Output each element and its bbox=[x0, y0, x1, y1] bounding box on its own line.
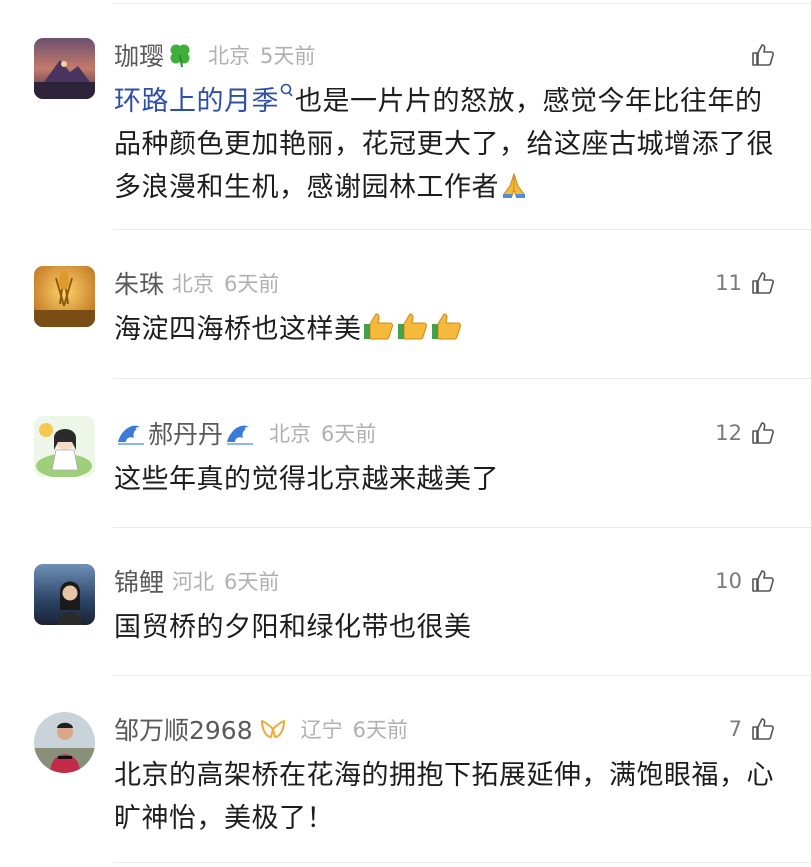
thumbs-up-outline-icon bbox=[752, 718, 774, 740]
comment-meta: 郝丹丹 北京 6天前 bbox=[114, 416, 376, 450]
comment-text: 环路上的月季 也是一片片的怒放，感觉今年比往年的品种颜色更加艳丽，花冠更大了，给这… bbox=[114, 80, 783, 209]
comment-meta: 锦鲤 河北 6天前 bbox=[114, 564, 279, 598]
timestamp: 6天前 bbox=[224, 272, 280, 296]
thumbs-up-outline-icon bbox=[752, 44, 774, 66]
username[interactable]: 珈璎 bbox=[114, 37, 164, 73]
thumbs-up-icon bbox=[430, 312, 464, 342]
username[interactable]: 郝丹丹 bbox=[148, 415, 223, 451]
avatar[interactable] bbox=[34, 38, 95, 99]
comment-meta: 朱珠 北京 6天前 bbox=[114, 266, 279, 300]
like-button[interactable]: 11 bbox=[715, 266, 776, 300]
avatar[interactable] bbox=[34, 564, 95, 625]
like-count: 12 bbox=[715, 421, 742, 445]
clover-icon bbox=[166, 41, 194, 69]
thumbs-up-outline-icon bbox=[752, 422, 774, 444]
like-button[interactable]: 7 bbox=[729, 712, 776, 746]
search-icon[interactable] bbox=[279, 83, 295, 117]
timestamp: 6天前 bbox=[352, 718, 408, 742]
wave-icon bbox=[225, 420, 255, 446]
comment-text: 海淀四海桥也这样美 bbox=[114, 308, 783, 351]
username[interactable]: 邹万顺2968 bbox=[114, 711, 253, 747]
vip-ribbon-icon bbox=[259, 717, 287, 741]
avatar[interactable] bbox=[34, 416, 95, 477]
timestamp: 6天前 bbox=[321, 422, 377, 446]
folded-hands-icon bbox=[499, 170, 529, 200]
timestamp: 5天前 bbox=[260, 44, 316, 68]
thumbs-up-outline-icon bbox=[752, 272, 774, 294]
comment-body: 国贸桥的夕阳和绿化带也很美 bbox=[114, 612, 472, 643]
location: 北京 bbox=[208, 44, 251, 68]
like-count: 10 bbox=[715, 569, 742, 593]
divider bbox=[113, 378, 811, 379]
like-button[interactable] bbox=[742, 38, 776, 72]
comment-meta: 邹万顺2968 辽宁 6天前 bbox=[114, 712, 408, 746]
comment-meta: 珈璎 北京 5天前 bbox=[114, 38, 315, 72]
like-count: 7 bbox=[728, 717, 742, 741]
divider bbox=[113, 527, 811, 528]
location: 北京 bbox=[269, 422, 312, 446]
comment-body: 这些年真的觉得北京越来越美了 bbox=[114, 464, 499, 495]
comment-body: 北京的高架桥在花海的拥抱下拓展延伸，满饱眼福，心旷神怡，美极了！ bbox=[114, 760, 774, 834]
like-count: 11 bbox=[715, 271, 742, 295]
like-button[interactable]: 12 bbox=[715, 416, 776, 450]
like-button[interactable]: 10 bbox=[715, 564, 776, 598]
avatar[interactable] bbox=[34, 712, 95, 773]
location: 北京 bbox=[172, 272, 215, 296]
location: 河北 bbox=[172, 570, 215, 594]
username[interactable]: 锦鲤 bbox=[114, 563, 164, 599]
divider bbox=[113, 862, 811, 863]
comment-body: 海淀四海桥也这样美 bbox=[114, 314, 362, 345]
wave-icon bbox=[116, 420, 146, 446]
thumbs-up-icon bbox=[396, 312, 430, 342]
divider bbox=[113, 675, 811, 676]
topic-link[interactable]: 环路上的月季 bbox=[114, 86, 279, 117]
comment-text: 北京的高架桥在花海的拥抱下拓展延伸，满饱眼福，心旷神怡，美极了！ bbox=[114, 754, 783, 840]
username[interactable]: 朱珠 bbox=[114, 265, 164, 301]
thumbs-up-icon bbox=[362, 312, 396, 342]
avatar[interactable] bbox=[34, 266, 95, 327]
location: 辽宁 bbox=[300, 718, 343, 742]
comment-text: 这些年真的觉得北京越来越美了 bbox=[114, 458, 783, 501]
thumbs-up-outline-icon bbox=[752, 570, 774, 592]
divider bbox=[113, 229, 811, 230]
divider bbox=[113, 3, 811, 4]
timestamp: 6天前 bbox=[224, 570, 280, 594]
comment-text: 国贸桥的夕阳和绿化带也很美 bbox=[114, 606, 783, 649]
